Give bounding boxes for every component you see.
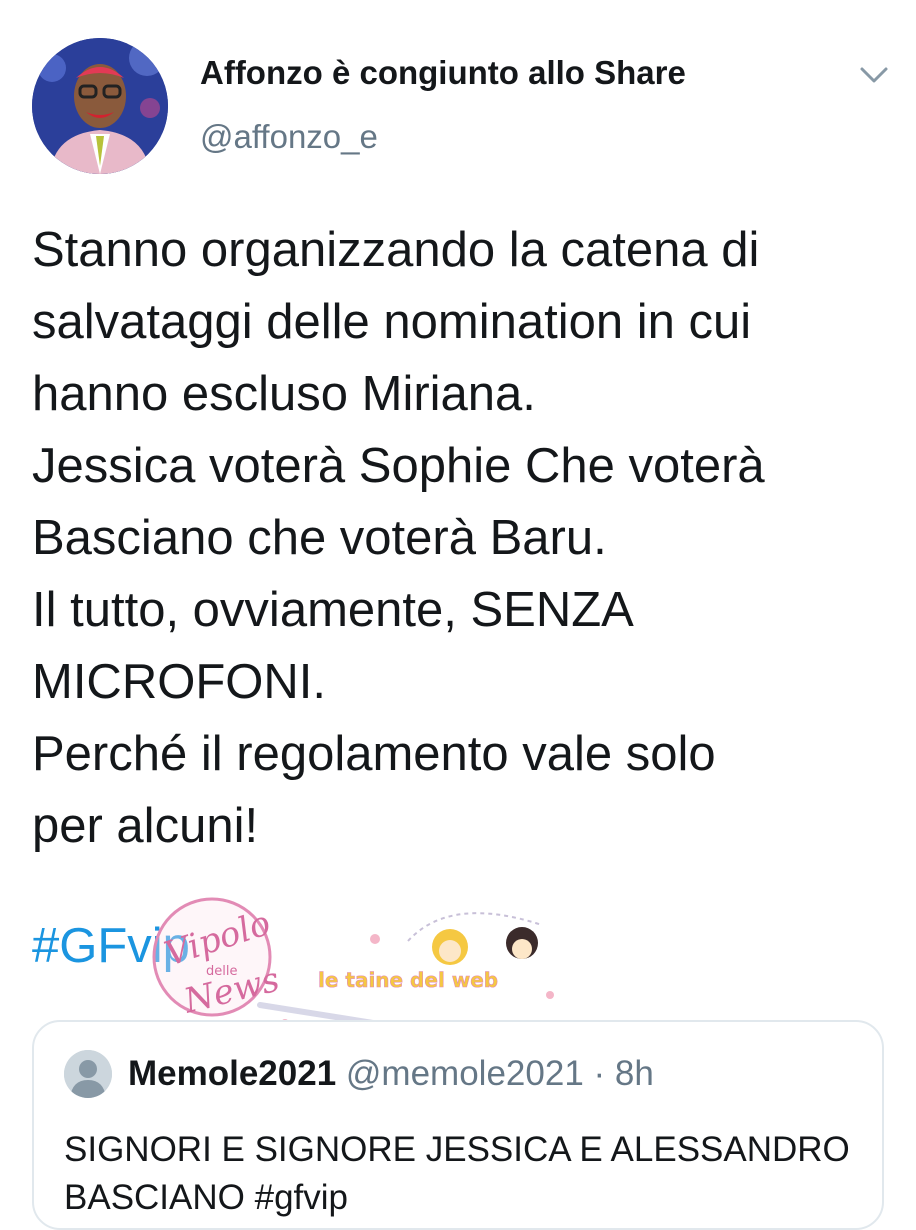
tweet-text-line: Stanno organizzando la catena di — [32, 223, 760, 277]
tweet-text-line: Basciano che voterà Baru. — [32, 511, 607, 565]
tweet-text-line: MICROFONI. — [32, 655, 326, 709]
quoted-text-line: BASCIANO #gfvip — [64, 1174, 864, 1222]
watermark-brand-small: delle — [206, 964, 237, 979]
quoted-tweet-card[interactable]: Memole2021 @memole2021 · 8h SIGNORI E SI… — [32, 1020, 884, 1230]
quoted-author-handle[interactable]: @memole2021 — [346, 1054, 584, 1093]
tweet-text: Stanno organizzando la catena di salvata… — [32, 214, 892, 862]
chevron-down-icon[interactable] — [858, 64, 890, 86]
author-handle[interactable]: @affonzo_e — [200, 118, 378, 156]
quoted-meta-separator: · — [593, 1054, 606, 1093]
tweet-text-line: salvataggi delle nomination in cui — [32, 295, 752, 349]
quoted-author-name[interactable]: Memole2021 — [128, 1054, 336, 1093]
author-avatar[interactable] — [32, 38, 168, 174]
quoted-text-line: SIGNORI E SIGNORE JESSICA E ALESSANDRO — [64, 1130, 850, 1169]
hashtag-link[interactable]: #GFvip — [32, 916, 190, 976]
quoted-text-word: BASCIANO — [64, 1178, 245, 1217]
author-display-name[interactable]: Affonzo è congiunto allo Share — [200, 54, 686, 92]
default-avatar-icon[interactable] — [64, 1050, 112, 1098]
quoted-hashtag[interactable]: #gfvip — [255, 1178, 348, 1217]
tweet-text-line: Perché il regolamento vale solo — [32, 727, 716, 781]
quoted-tweet-header: Memole2021 @memole2021 · 8h — [128, 1052, 654, 1096]
watermark-brand-line2: News — [179, 960, 283, 1022]
tweet-text-line: hanno escluso Miriana. — [32, 367, 536, 421]
tweet-text-line: per alcuni! — [32, 799, 259, 853]
tweet-text-line: Jessica voterà Sophie Che voterà — [32, 439, 765, 493]
watermark-tagline: le taine del web — [318, 968, 498, 992]
quoted-tweet-text: SIGNORI E SIGNORE JESSICA E ALESSANDRO B… — [64, 1126, 864, 1222]
author-avatar-image — [32, 38, 168, 174]
tweet-text-line: Il tutto, ovviamente, SENZA — [32, 583, 634, 637]
quoted-timestamp[interactable]: 8h — [615, 1054, 654, 1093]
